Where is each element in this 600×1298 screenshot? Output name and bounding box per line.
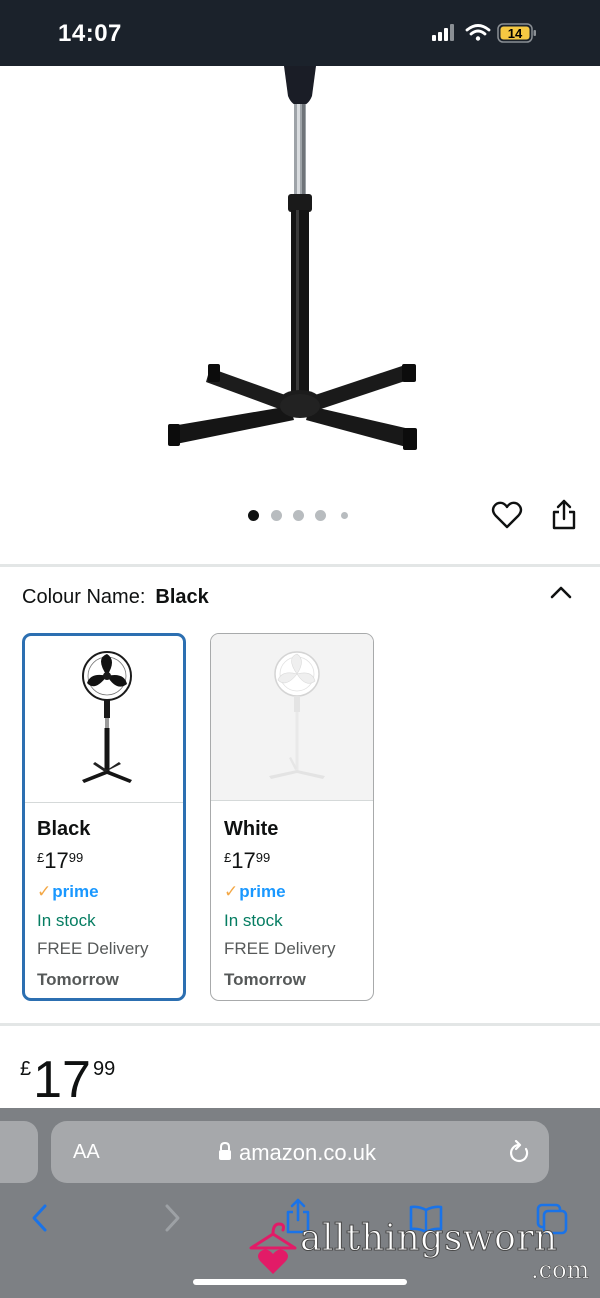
swatch-name: Black [37, 818, 91, 840]
address-bar[interactable]: AA amazon.co.uk [51, 1121, 549, 1183]
stock-status: In stock [37, 911, 96, 930]
watermark-text: allthingsworn [300, 1218, 558, 1260]
heart-icon[interactable] [491, 500, 523, 535]
colour-option-black[interactable]: Black £1799 ✓prime In stock FREE Deliver… [22, 633, 186, 1001]
delivery-day: Tomorrow [37, 970, 119, 989]
image-pager[interactable] [248, 508, 358, 522]
delivery-text: FREE Delivery [224, 939, 336, 958]
battery-icon: 14 [497, 23, 536, 43]
section-divider [0, 564, 600, 567]
share-icon[interactable] [550, 499, 578, 536]
prime-check-icon: ✓ [224, 882, 239, 901]
pager-dot[interactable] [315, 510, 326, 521]
previous-tab[interactable] [0, 1121, 38, 1183]
hanger-heart-icon [249, 1222, 297, 1274]
pager-dot[interactable] [271, 510, 282, 521]
delivery-text: FREE Delivery [37, 939, 149, 958]
status-icons: 14 [432, 22, 564, 46]
text-size-button[interactable]: AA [73, 1141, 100, 1164]
url-text: amazon.co.uk [239, 1140, 376, 1165]
status-bar: 14:07 14 [0, 0, 600, 66]
watermark-suffix: .com [531, 1256, 590, 1285]
status-time: 14:07 [58, 20, 122, 47]
home-indicator[interactable] [193, 1279, 407, 1285]
prime-badge: ✓prime [224, 882, 286, 901]
colour-name-value: Black [155, 586, 209, 608]
wifi-icon [465, 24, 491, 41]
swatch-price: £1799 [224, 848, 271, 873]
pager-dot[interactable] [293, 510, 304, 521]
stock-status: In stock [224, 911, 283, 930]
colour-name-label: Colour Name: [22, 586, 146, 608]
swatch-image-black-fan [25, 636, 183, 803]
swatch-price: £1799 [37, 848, 84, 873]
colour-label: Colour Name: Black [22, 586, 209, 609]
swatch-name: White [224, 818, 279, 840]
swatch-image-white-fan [211, 634, 373, 801]
pager-dot[interactable] [341, 512, 348, 519]
prime-badge: ✓prime [37, 882, 99, 901]
forward-icon[interactable] [162, 1202, 182, 1239]
cellular-signal-icon [432, 24, 454, 41]
section-divider [0, 1023, 600, 1026]
back-icon[interactable] [30, 1202, 50, 1239]
product-price: £17 99 [20, 1051, 116, 1109]
reload-icon[interactable] [507, 1139, 531, 1171]
delivery-day: Tomorrow [224, 970, 306, 989]
colour-option-white[interactable]: White £1799 ✓prime In stock FREE Deliver… [210, 633, 374, 1001]
prime-check-icon: ✓ [37, 882, 52, 901]
pager-dot-active[interactable] [248, 510, 259, 521]
chevron-up-icon[interactable] [548, 582, 574, 604]
battery-level: 14 [508, 26, 523, 41]
product-image[interactable] [0, 66, 600, 496]
lock-icon [217, 1141, 233, 1166]
